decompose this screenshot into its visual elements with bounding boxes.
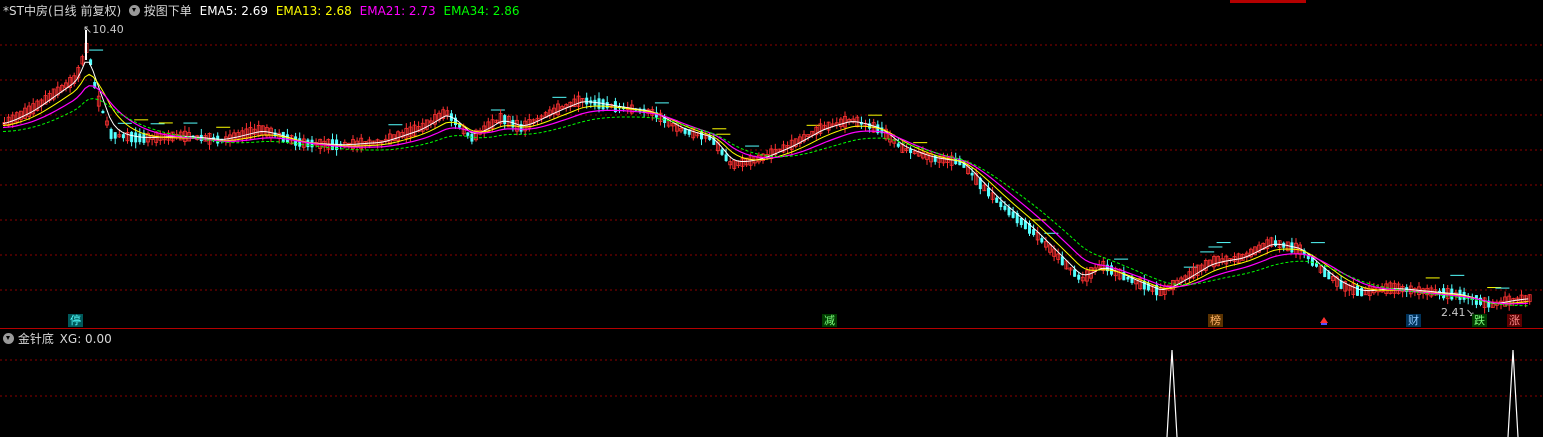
candle-body [1274, 240, 1277, 246]
candle-body [298, 138, 302, 147]
low-price-value: 2.41 [1441, 306, 1466, 319]
high-price-value: 10.40 [92, 23, 124, 36]
candle-body [1356, 285, 1359, 296]
ema34-label: EMA34: 2.86 [443, 4, 520, 18]
chart-header: *ST中房(日线 前复权) 按图下单 EMA5: 2.69 EMA13: 2.6… [3, 4, 519, 18]
candle-body [134, 132, 138, 143]
marker-up-triangle-base [1321, 323, 1327, 325]
candle-body [987, 187, 990, 197]
marker-stop[interactable]: 停 [68, 314, 83, 327]
marker-rank[interactable]: 榜 [1208, 314, 1223, 327]
candle-body [101, 111, 105, 114]
marker-rise[interactable]: 涨 [1507, 314, 1522, 327]
candle-body [933, 155, 937, 162]
candle-body [724, 154, 728, 162]
candle-body [585, 97, 589, 105]
low-price-label: 2.41↘ [1441, 307, 1475, 319]
candle-body [1126, 276, 1130, 280]
candle-body [138, 133, 142, 143]
stock-title: *ST中房(日线 前复权) [3, 4, 122, 18]
candle-body [503, 115, 507, 125]
marker-reduce[interactable]: 减 [822, 314, 837, 327]
candle-body [999, 201, 1003, 208]
marker-finance[interactable]: 财 [1406, 314, 1421, 327]
candle-body [121, 134, 125, 139]
ema34-line [2, 98, 1529, 307]
candle-body [995, 197, 999, 203]
candle-body [896, 143, 900, 147]
candle-body [970, 172, 974, 176]
candle-body [1077, 274, 1081, 280]
candle-body [1011, 211, 1015, 218]
ema13-line [2, 73, 1529, 305]
ema5-line [2, 61, 1529, 304]
candle-body [1032, 229, 1036, 236]
arrow-ne-icon: ↖ [83, 23, 93, 36]
candle-body [605, 102, 609, 109]
indicator-header: 金针底 XG: 0.00 [3, 332, 112, 346]
candle-body [1003, 205, 1007, 210]
ema21-line [2, 85, 1529, 305]
candle-body [1290, 242, 1294, 253]
xg-spike [1166, 349, 1178, 437]
candle-body [130, 131, 134, 143]
candle-body [113, 132, 117, 139]
candle-body [466, 132, 470, 136]
ema13-label: EMA13: 2.68 [275, 4, 352, 18]
candle-body [909, 149, 913, 154]
candle-body [1040, 238, 1044, 243]
candle-body [1360, 287, 1364, 297]
top-accent-bar [1230, 0, 1306, 3]
dropdown-circle-icon[interactable] [128, 5, 140, 16]
xg-label: XG: 0.00 [59, 332, 112, 346]
candle-body [720, 149, 724, 155]
order-button[interactable]: 按图下单 [144, 4, 192, 18]
high-price-label: ↖10.40 [83, 24, 124, 36]
candle-body [601, 99, 605, 110]
kline-chart [0, 30, 1543, 437]
candle-body [285, 134, 289, 143]
marker-fall[interactable]: 跌 [1472, 314, 1487, 327]
ema5-label: EMA5: 2.69 [199, 4, 268, 18]
ema21-label: EMA21: 2.73 [359, 4, 436, 18]
indicator-name: 金针底 [17, 332, 54, 346]
candle-body [109, 128, 113, 139]
candle-body [1073, 269, 1077, 277]
dropdown-circle-icon[interactable] [3, 333, 14, 344]
xg-spike [1507, 349, 1519, 437]
